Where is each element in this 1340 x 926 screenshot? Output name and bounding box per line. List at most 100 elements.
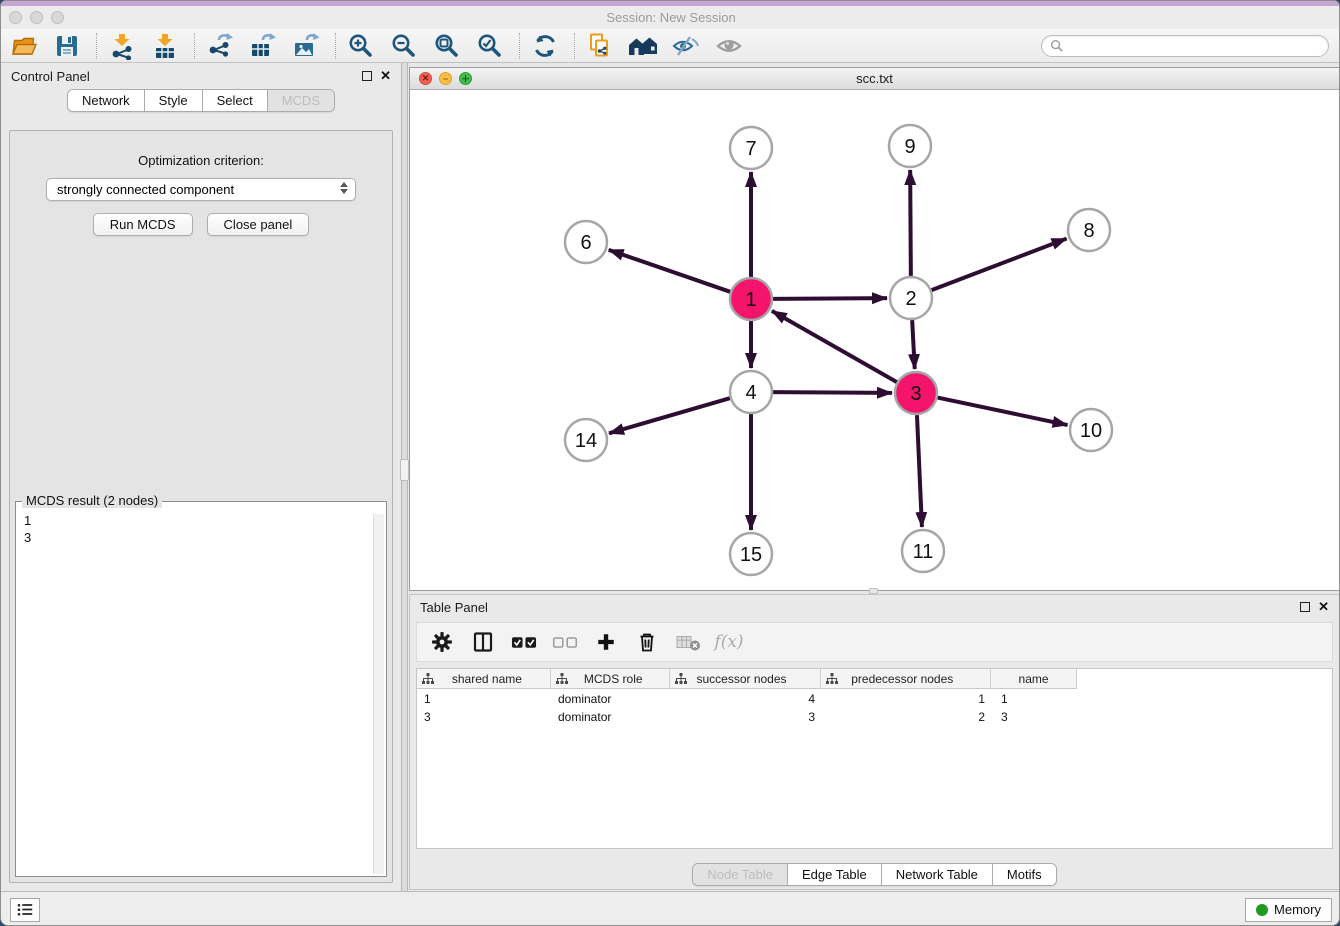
column-header-predecessor-nodes[interactable]: predecessor nodes [821, 669, 991, 688]
close-network-button[interactable]: ✕ [419, 72, 432, 85]
cell-name: 1 [992, 692, 1077, 706]
import-network-button[interactable] [105, 31, 139, 61]
graph-edge-1-6[interactable] [609, 250, 731, 292]
task-history-button[interactable] [10, 898, 40, 922]
select-all-columns-button[interactable] [511, 629, 537, 655]
open-file-button[interactable] [7, 31, 41, 61]
table-panel: Table Panel ✕ [409, 594, 1340, 890]
graph-edge-4-14[interactable] [609, 398, 730, 433]
graph-edge-4-3[interactable] [773, 392, 892, 393]
refresh-icon [531, 32, 559, 60]
unselect-all-columns-button[interactable] [552, 629, 578, 655]
cell-predecessor-nodes: 2 [822, 710, 992, 724]
table-row[interactable]: 1 dominator 4 1 1 [417, 691, 1077, 707]
tab-network-table[interactable]: Network Table [882, 864, 993, 885]
graph-node-9[interactable]: 9 [889, 125, 931, 167]
result-line: 3 [24, 529, 366, 546]
tab-network[interactable]: Network [68, 90, 145, 111]
graph-node-15[interactable]: 15 [730, 533, 772, 575]
import-table-button[interactable] [148, 31, 182, 61]
tab-motifs[interactable]: Motifs [993, 864, 1056, 885]
close-panel-icon[interactable]: ✕ [380, 71, 391, 81]
zoom-in-button[interactable] [344, 31, 378, 61]
network-window-titlebar[interactable]: ✕ − ＋ scc.txt [410, 68, 1339, 90]
graph-edges [609, 170, 1068, 530]
delete-column-button[interactable] [634, 629, 660, 655]
save-session-button[interactable] [50, 31, 84, 61]
control-panel-title: Control Panel [11, 69, 362, 84]
minimize-network-button[interactable]: − [439, 72, 452, 85]
graph-edge-3-1[interactable] [772, 311, 897, 382]
table-row[interactable]: 3 dominator 3 2 3 [417, 709, 1077, 725]
column-header-name[interactable]: name [991, 669, 1076, 688]
panel-splitter-grip[interactable] [400, 459, 409, 481]
result-scrollbar[interactable] [373, 514, 384, 874]
zoom-fit-button[interactable] [430, 31, 464, 61]
refresh-button[interactable] [528, 31, 562, 61]
graph-node-14[interactable]: 14 [565, 419, 607, 461]
eye-slash-icon [672, 34, 700, 58]
run-mcds-button[interactable]: Run MCDS [93, 213, 193, 236]
tab-select[interactable]: Select [203, 90, 268, 111]
show-columns-button[interactable] [470, 629, 496, 655]
zoom-selected-icon [476, 32, 504, 60]
open-folder-icon [10, 32, 38, 60]
clone-network-button[interactable] [583, 31, 617, 61]
search-box[interactable] [1041, 35, 1329, 57]
list-icon [16, 902, 34, 917]
export-table-button[interactable] [246, 31, 280, 61]
graph-edge-3-10[interactable] [938, 398, 1068, 425]
close-table-panel-icon[interactable]: ✕ [1318, 602, 1329, 612]
svg-text:4: 4 [745, 382, 756, 404]
cell-mcds-role: dominator [551, 710, 670, 724]
hierarchy-icon [675, 673, 687, 685]
export-image-button[interactable] [289, 31, 323, 61]
zoom-out-button[interactable] [387, 31, 421, 61]
network-splitter-grip[interactable] [869, 588, 878, 594]
graph-node-10[interactable]: 10 [1070, 409, 1112, 451]
close-panel-button[interactable]: Close panel [207, 213, 310, 236]
create-column-button[interactable] [593, 629, 619, 655]
graph-node-7[interactable]: 7 [730, 127, 772, 169]
show-hidden-button[interactable] [712, 31, 746, 61]
tab-node-table[interactable]: Node Table [693, 864, 788, 885]
column-header-shared-name[interactable]: shared name [417, 669, 551, 688]
zoom-in-icon [347, 32, 375, 60]
table-settings-button[interactable] [429, 629, 455, 655]
node-table[interactable]: shared name MCDS role successor nodes pr… [416, 668, 1333, 849]
column-header-mcds-role[interactable]: MCDS role [551, 669, 670, 688]
float-panel-icon[interactable] [362, 71, 372, 81]
float-table-panel-icon[interactable] [1300, 602, 1310, 612]
zoom-network-button[interactable]: ＋ [459, 72, 472, 85]
graph-edge-3-11[interactable] [917, 415, 922, 527]
function-builder-button[interactable]: f(x) [716, 629, 742, 655]
graph-node-11[interactable]: 11 [902, 530, 944, 572]
mcds-result-list[interactable]: 1 3 [18, 504, 372, 874]
graph-node-3[interactable]: 3 [895, 372, 937, 414]
tab-style[interactable]: Style [145, 90, 203, 111]
graph-node-6[interactable]: 6 [565, 221, 607, 263]
graph-edge-2-8[interactable] [932, 239, 1067, 291]
search-input[interactable] [1067, 39, 1320, 53]
delete-table-button[interactable] [675, 629, 701, 655]
svg-text:11: 11 [913, 541, 934, 563]
graph-node-4[interactable]: 4 [730, 371, 772, 413]
trash-icon [636, 631, 658, 653]
graph-edge-2-9[interactable] [910, 170, 911, 276]
graph-node-2[interactable]: 2 [890, 277, 932, 319]
graph-node-8[interactable]: 8 [1068, 209, 1110, 251]
optimization-criterion-dropdown[interactable]: strongly connected component [46, 178, 356, 201]
graph-edge-2-3[interactable] [912, 320, 915, 369]
hide-selected-button[interactable] [669, 31, 703, 61]
column-header-successor-nodes[interactable]: successor nodes [670, 669, 822, 688]
memory-button[interactable]: Memory [1245, 898, 1332, 922]
export-network-button[interactable] [203, 31, 237, 61]
graph-node-1[interactable]: 1 [730, 278, 772, 320]
graph-edge-1-2[interactable] [773, 298, 887, 299]
tab-mcds[interactable]: MCDS [268, 90, 334, 111]
network-canvas[interactable]: 7 9 6 8 1 2 4 3 14 10 15 11 [410, 90, 1339, 590]
tab-edge-table[interactable]: Edge Table [788, 864, 882, 885]
main-toolbar [1, 29, 1340, 63]
network-overview-button[interactable] [626, 31, 660, 61]
zoom-selected-button[interactable] [473, 31, 507, 61]
